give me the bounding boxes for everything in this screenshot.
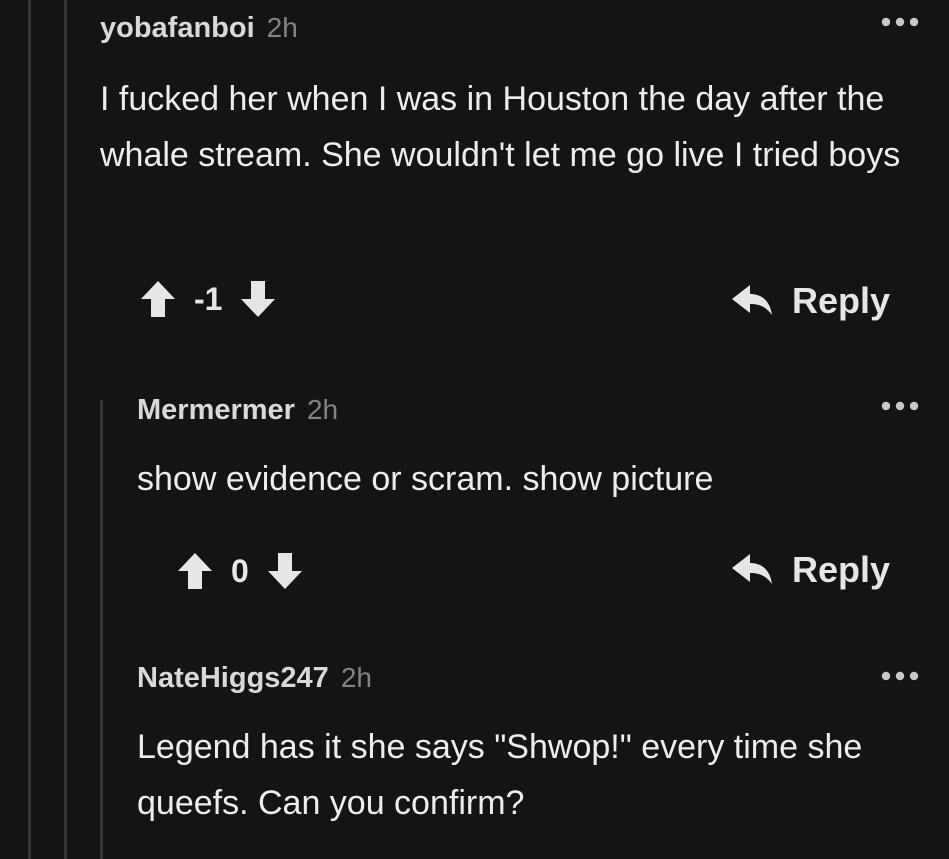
comment-header: NateHiggs247 2h <box>137 662 937 695</box>
reply-button[interactable]: Reply <box>730 549 890 591</box>
comment-body: Legend has it she says "Shwop!" every ti… <box>137 728 863 822</box>
vote-bar: -1 <box>136 274 280 324</box>
reply-label: Reply <box>792 280 891 321</box>
upvote-button[interactable] <box>136 277 180 321</box>
comment-username[interactable]: yobafanboi <box>100 12 255 45</box>
vote-score: -1 <box>194 280 223 317</box>
comment-yobafanboi: yobafanboi 2h I fucked her when I was in… <box>100 12 920 183</box>
comment-header: Mermermer 2h <box>137 394 917 427</box>
more-options-button[interactable] <box>880 396 920 416</box>
downvote-button[interactable] <box>236 277 280 321</box>
arrow-up-icon <box>178 553 212 589</box>
comment-mermermer: Mermermer 2h show evidence or scram. sho… <box>137 394 917 507</box>
reply-arrow-icon <box>732 285 772 315</box>
comment-natehiggs247: NateHiggs247 2h Legend has it she says "… <box>137 662 937 831</box>
downvote-button[interactable] <box>263 549 307 593</box>
thread-line-level-2[interactable] <box>100 400 103 859</box>
more-horizontal-icon <box>881 17 919 27</box>
vote-bar: 0 <box>173 546 307 596</box>
thread-line-level-0[interactable] <box>28 0 31 859</box>
reply-button[interactable]: Reply <box>730 280 890 322</box>
reply-arrow-icon <box>732 554 772 584</box>
vote-score: 0 <box>231 552 249 589</box>
comment-timestamp: 2h <box>266 12 298 43</box>
comment-username[interactable]: Mermermer <box>137 394 295 427</box>
comment-username[interactable]: NateHiggs247 <box>137 662 329 695</box>
more-horizontal-icon <box>881 671 919 681</box>
thread-line-level-1[interactable] <box>64 0 67 859</box>
comment-thread: yobafanboi 2h I fucked her when I was in… <box>0 0 949 859</box>
comment-timestamp: 2h <box>306 394 339 425</box>
comment-header: yobafanboi 2h <box>100 12 920 45</box>
more-options-button[interactable] <box>880 666 920 686</box>
arrow-up-icon <box>141 281 175 317</box>
comment-body: show evidence or scram. show picture <box>137 460 714 498</box>
arrow-down-icon <box>241 281 276 317</box>
comment-body: I fucked her when I was in Houston the d… <box>100 80 901 174</box>
reply-label: Reply <box>792 549 891 590</box>
more-options-button[interactable] <box>880 12 920 32</box>
arrow-down-icon <box>267 553 302 589</box>
upvote-button[interactable] <box>173 549 217 593</box>
comment-timestamp: 2h <box>340 662 372 693</box>
more-horizontal-icon <box>881 401 919 411</box>
